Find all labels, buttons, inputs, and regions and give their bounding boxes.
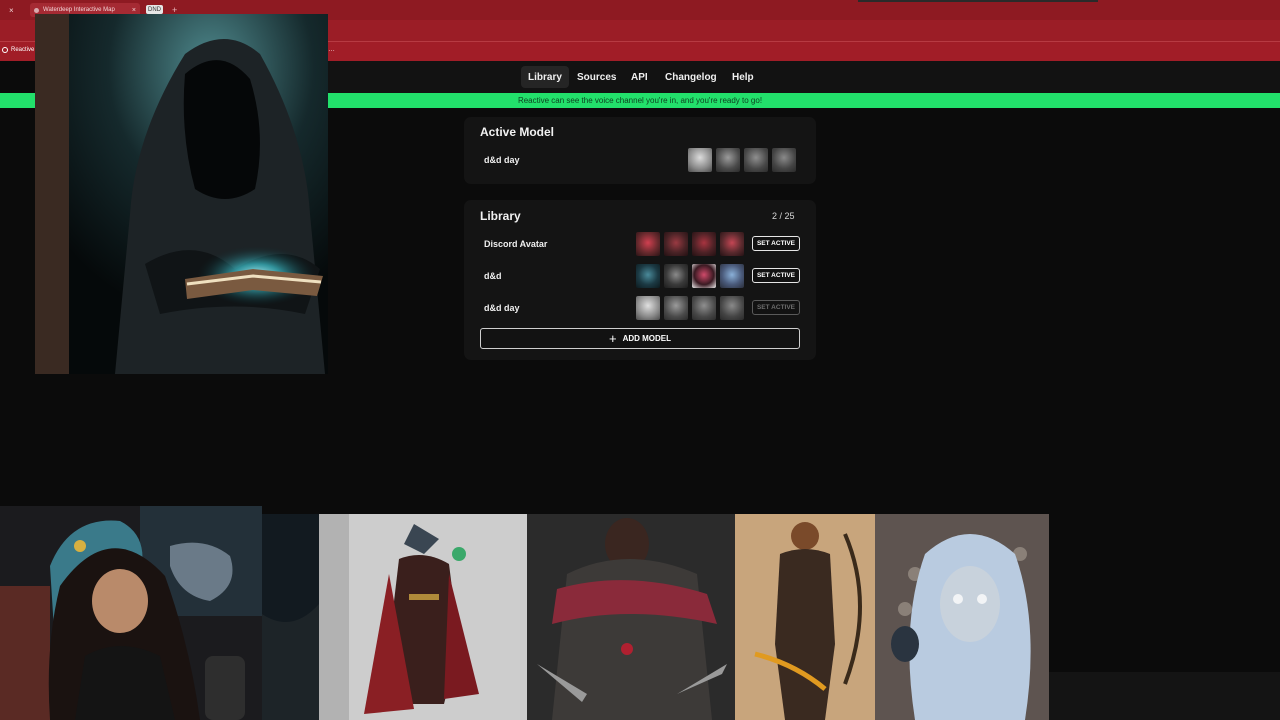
white-haired-figure [875, 514, 1049, 720]
model-thumbnail [744, 148, 768, 172]
hooded-figure-image [35, 14, 328, 374]
set-active-button[interactable]: SET ACTIVE [752, 236, 800, 251]
model-thumbnail [692, 264, 716, 288]
model-thumbnail [720, 264, 744, 288]
library-count: 2 / 25 [772, 211, 795, 221]
bookmark-reactive[interactable]: Reactive [2, 47, 34, 53]
gallery-image-warrior [527, 514, 735, 720]
tab-dnd[interactable]: DND [146, 5, 163, 14]
set-active-button[interactable]: SET ACTIVE [752, 268, 800, 283]
model-thumbnail [720, 232, 744, 256]
close-icon[interactable]: × [132, 7, 136, 14]
set-active-button: SET ACTIVE [752, 300, 800, 315]
nav-api[interactable]: API [624, 66, 655, 88]
gallery-image-white-haired [875, 514, 1049, 720]
gallery-image-archer [735, 514, 875, 720]
nav-changelog[interactable]: Changelog [658, 66, 724, 88]
model-thumbnail [636, 232, 660, 256]
nav-library[interactable]: Library [521, 66, 569, 88]
gallery-image-lizardfolk [319, 514, 527, 720]
lizardfolk-figure [319, 514, 527, 720]
model-name: d&d day [484, 303, 520, 313]
model-thumbnail [772, 148, 796, 172]
model-thumbnail [636, 264, 660, 288]
model-thumbnail [664, 232, 688, 256]
model-thumbnail [688, 148, 712, 172]
favicon-icon [34, 7, 39, 13]
add-model-label: ADD MODEL [622, 334, 672, 343]
close-icon[interactable]: × [9, 3, 14, 17]
model-thumbnail [664, 264, 688, 288]
character-gallery [262, 514, 1049, 720]
active-model-name: d&d day [484, 155, 520, 165]
model-thumbnail [716, 148, 740, 172]
model-thumbnail [664, 296, 688, 320]
library-title: Library [480, 209, 521, 223]
stream-overlay-panel [1049, 672, 1280, 720]
nav-sources[interactable]: Sources [570, 66, 623, 88]
bookmarks-overflow[interactable]: … [328, 46, 335, 53]
model-name: Discord Avatar [484, 239, 548, 249]
add-model-button[interactable]: + ADD MODEL [480, 328, 800, 349]
cloak-fragment [262, 604, 319, 720]
warrior-figure [527, 514, 735, 720]
plus-icon: + [608, 331, 617, 346]
address-bar[interactable] [858, 0, 1098, 2]
active-model-panel: Active Model d&d day [464, 117, 816, 184]
tab-label: Waterdeep Interactive Map [43, 7, 115, 13]
model-thumbnail [692, 296, 716, 320]
hooded-figure-illustration [35, 14, 328, 374]
webcam-feed [0, 506, 262, 720]
webcam-illustration [0, 506, 262, 720]
nav-help[interactable]: Help [725, 66, 761, 88]
active-model-title: Active Model [480, 125, 555, 139]
archer-figure [735, 514, 875, 720]
gallery-image [262, 514, 319, 720]
app-nav: Library Sources API Changelog Help [328, 61, 1280, 93]
model-name: d&d [484, 271, 502, 281]
model-thumbnail [720, 296, 744, 320]
model-thumbnail [636, 296, 660, 320]
bookmark-label: Reactive [11, 47, 35, 53]
model-thumbnail [692, 232, 716, 256]
reactive-icon [2, 47, 8, 53]
